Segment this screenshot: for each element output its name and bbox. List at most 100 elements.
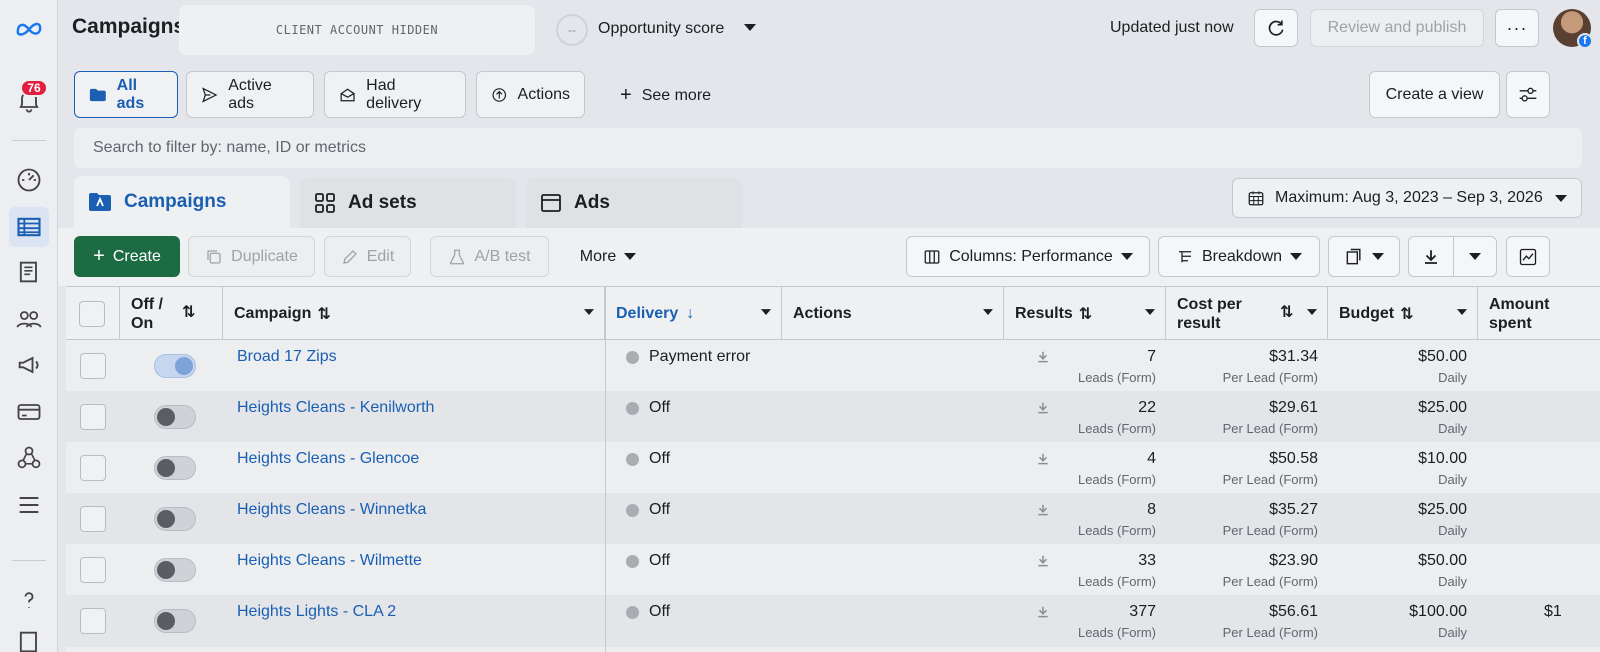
status-dot-icon	[626, 554, 639, 568]
row-checkbox[interactable]	[80, 353, 106, 379]
create-view-button[interactable]: Create a view	[1369, 71, 1500, 118]
campaign-toggle[interactable]	[154, 405, 196, 429]
campaign-toggle[interactable]	[154, 456, 196, 480]
row-checkbox[interactable]	[80, 404, 106, 430]
download-icon[interactable]	[1036, 350, 1050, 364]
download-icon[interactable]	[1036, 605, 1050, 619]
opportunity-score-circle[interactable]: --	[556, 14, 588, 46]
opportunity-score-label[interactable]: Opportunity score	[598, 20, 724, 38]
edit-button[interactable]: Edit	[324, 236, 411, 277]
row-checkbox[interactable]	[80, 455, 106, 481]
pages-icon[interactable]	[9, 252, 49, 292]
more-dropdown-button[interactable]: More	[558, 236, 658, 277]
download-icon[interactable]	[1036, 554, 1050, 568]
tab-ads[interactable]: Ads	[526, 178, 742, 228]
header-campaign[interactable]: Campaign ⇅	[223, 287, 605, 341]
reports-dropdown-button[interactable]	[1328, 236, 1400, 277]
download-icon[interactable]	[1036, 452, 1050, 466]
reports-icon[interactable]	[9, 622, 49, 652]
select-all-checkbox[interactable]	[79, 301, 105, 327]
campaign-toggle[interactable]	[154, 558, 196, 582]
table-row[interactable]: Heights Cleans - Winnetka Off 8 Leads (F…	[66, 493, 1600, 545]
audiences-people-icon[interactable]	[9, 299, 49, 339]
search-input[interactable]: Search to filter by: name, ID or metrics	[74, 128, 1582, 168]
header-amount-spent[interactable]: Amount spent	[1478, 287, 1600, 341]
delivery-status: Off	[626, 450, 670, 468]
header-off-on[interactable]: Off / On ⇅	[120, 287, 223, 341]
ab-test-label: A/B test	[474, 247, 531, 265]
campaign-toggle[interactable]	[154, 354, 196, 378]
campaign-name-link[interactable]: Heights Cleans - Glencoe	[237, 450, 419, 468]
view-charts-button[interactable]	[1506, 236, 1550, 277]
duplicate-button[interactable]: Duplicate	[188, 236, 315, 277]
filter-all-ads[interactable]: All ads	[74, 71, 178, 118]
columns-label: Columns: Performance	[949, 247, 1113, 265]
chevron-down-icon[interactable]	[744, 24, 756, 32]
row-checkbox[interactable]	[80, 506, 106, 532]
megaphone-icon[interactable]	[9, 345, 49, 385]
results-value: 22	[1138, 399, 1156, 416]
table-row[interactable]: Heights Lights - CLA 2 Off 377 Leads (Fo…	[66, 595, 1600, 647]
review-and-publish-button[interactable]: Review and publish	[1310, 9, 1484, 47]
meta-logo-icon[interactable]	[9, 8, 49, 48]
toggle-knob	[157, 459, 175, 477]
see-more-button[interactable]: + See more	[620, 84, 711, 107]
campaign-toggle[interactable]	[154, 507, 196, 531]
breakdown-label: Breakdown	[1201, 247, 1283, 265]
delivery-status: Payment error	[626, 348, 750, 366]
help-question-icon[interactable]	[9, 580, 49, 620]
header-actions[interactable]: Actions	[782, 287, 1004, 341]
tab-ad-sets[interactable]: Ad sets	[300, 178, 516, 228]
row-checkbox[interactable]	[80, 557, 106, 583]
filter-actions-label: Actions	[517, 85, 570, 103]
refresh-button[interactable]	[1254, 9, 1298, 47]
avatar[interactable]: f	[1553, 9, 1593, 49]
ads-manager-table-icon[interactable]	[9, 207, 49, 247]
account-selector[interactable]: CLIENT ACCOUNT HIDDEN	[179, 5, 535, 55]
filter-had-delivery[interactable]: Had delivery	[324, 71, 466, 118]
header-budget[interactable]: Budget ⇅	[1328, 287, 1478, 341]
tab-campaigns[interactable]: Campaigns	[74, 176, 290, 228]
filter-active-ads[interactable]: Active ads	[186, 71, 314, 118]
table-row[interactable]: Heights Cleans - Glencoe Off 4 Leads (Fo…	[66, 442, 1600, 494]
filter-actions[interactable]: Actions	[476, 71, 585, 118]
menu-hamburger-icon[interactable]	[9, 485, 49, 525]
billing-card-icon[interactable]	[9, 392, 49, 432]
row-checkbox[interactable]	[80, 608, 106, 634]
table-row[interactable]: Broad 17 Zips Payment error 7 Leads (For…	[66, 340, 1600, 392]
download-icon[interactable]	[1036, 503, 1050, 517]
header-off-on-label: Off / On	[131, 296, 163, 332]
campaign-name-link[interactable]: Heights Cleans - Wilmette	[237, 552, 422, 570]
delivery-status-text: Off	[649, 399, 671, 416]
table-row[interactable]: Heights Cleans - Wilmette Off 33 Leads (…	[66, 544, 1600, 596]
header-cost-per-result[interactable]: Cost per result ⇅	[1166, 287, 1328, 341]
date-range-picker[interactable]: Maximum: Aug 3, 2023 – Sep 3, 2026	[1232, 178, 1582, 218]
header-results-label: Results	[1015, 305, 1073, 322]
dashboard-gauge-icon[interactable]	[9, 160, 49, 200]
ab-test-button[interactable]: A/B test	[430, 236, 549, 277]
budget-value: $50.00	[1418, 348, 1467, 365]
campaign-name-link[interactable]: Heights Cleans - Kenilworth	[237, 399, 434, 417]
delivery-status: Off	[626, 552, 670, 570]
business-network-icon[interactable]	[9, 438, 49, 478]
folder-icon	[89, 88, 106, 101]
export-button[interactable]	[1408, 236, 1454, 277]
breakdown-dropdown-button[interactable]: Breakdown	[1158, 236, 1320, 277]
campaign-name-link[interactable]: Heights Lights - CLA 2	[237, 603, 396, 621]
campaign-name-link[interactable]: Heights Cleans - Winnetka	[237, 501, 426, 519]
create-button[interactable]: + Create	[74, 236, 180, 277]
results-value: 8	[1147, 501, 1156, 518]
columns-dropdown-button[interactable]: Columns: Performance	[906, 236, 1150, 277]
budget-value: $100.00	[1409, 603, 1467, 620]
header-results[interactable]: Results ⇅	[1004, 287, 1166, 341]
campaign-name-link[interactable]: Broad 17 Zips	[237, 348, 337, 366]
table-row[interactable]: Heights Cleans - Kenilworth Off 22 Leads…	[66, 391, 1600, 443]
more-options-button[interactable]: ···	[1495, 9, 1539, 47]
header-delivery[interactable]: Delivery ↓	[605, 287, 782, 341]
chevron-down-icon	[1290, 252, 1303, 260]
campaign-toggle[interactable]	[154, 609, 196, 633]
export-dropdown-button[interactable]	[1453, 236, 1497, 277]
filter-settings-button[interactable]	[1506, 71, 1550, 118]
download-icon[interactable]	[1036, 401, 1050, 415]
notification-count-badge: 76	[20, 79, 48, 97]
